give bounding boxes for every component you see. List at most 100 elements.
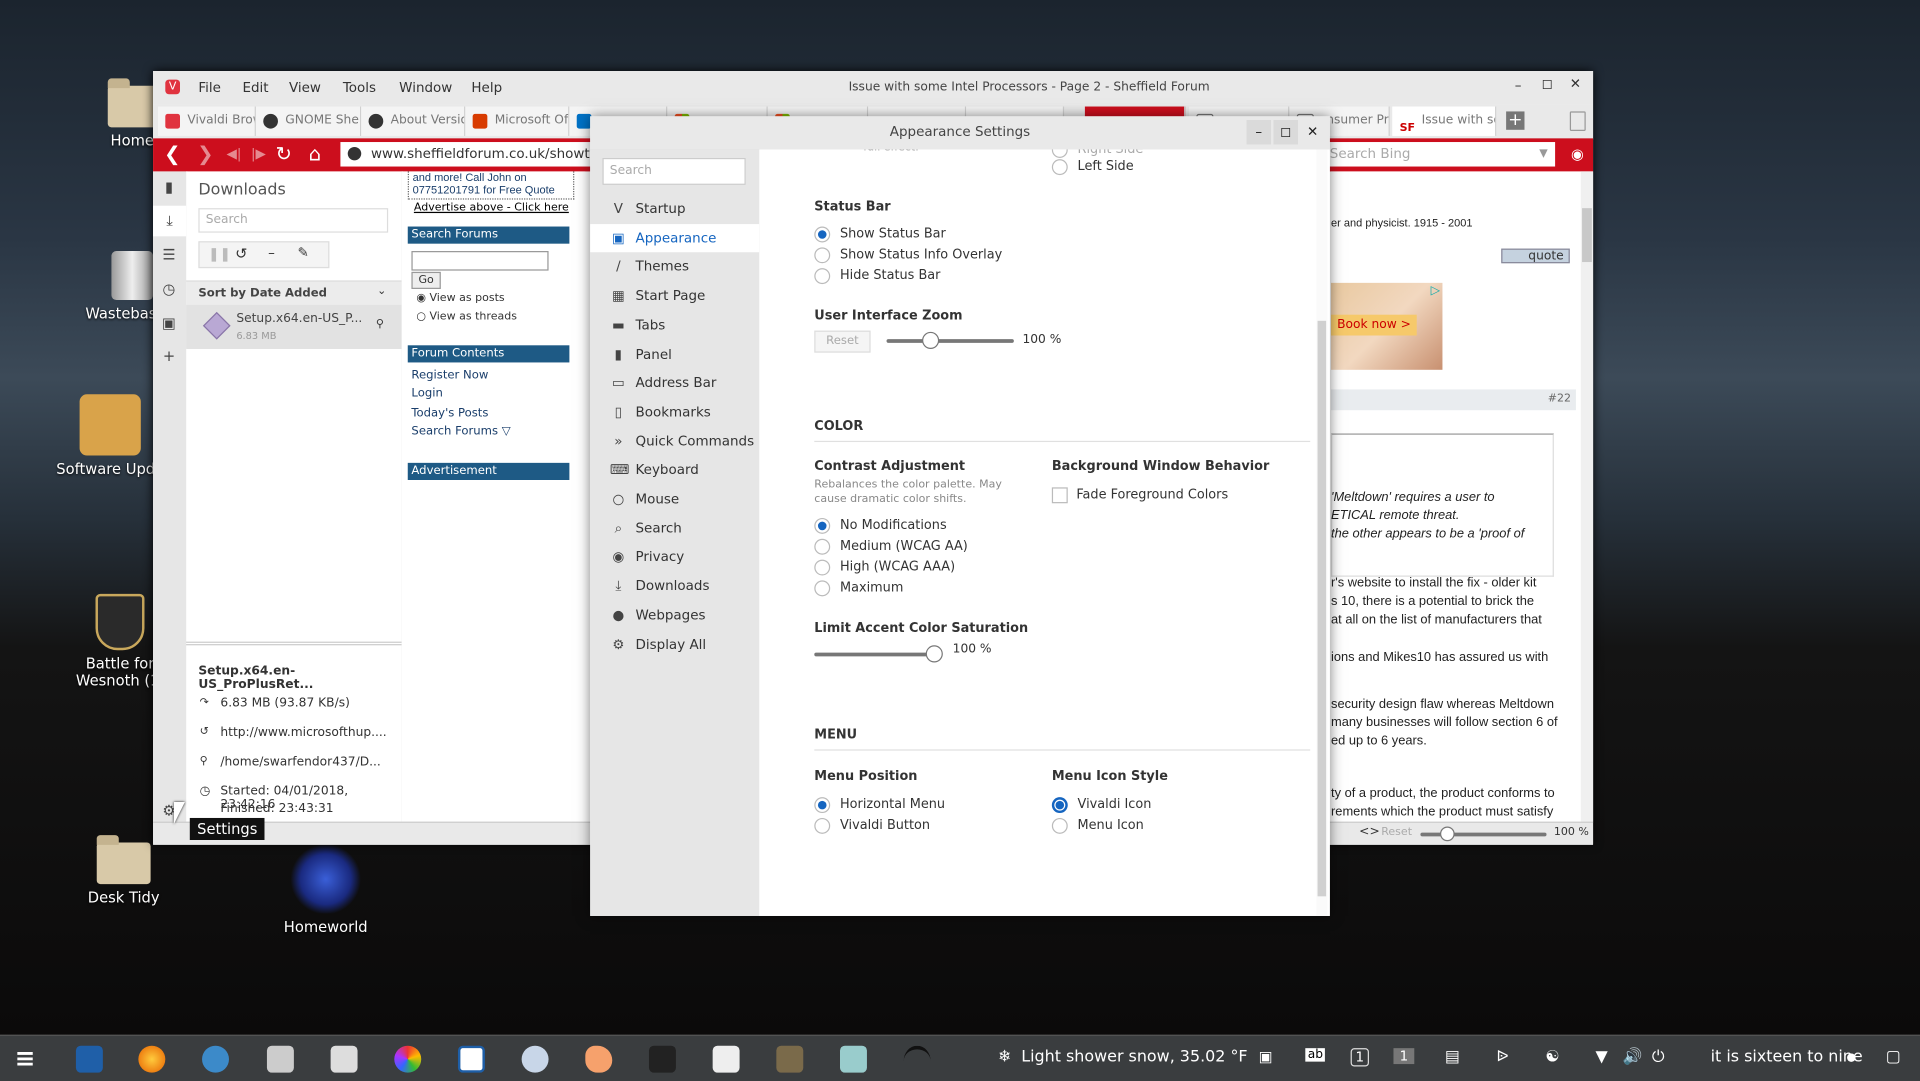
drawing-icon[interactable] [712,1045,740,1073]
bluetooth-icon[interactable]: ᐉ [1496,1048,1508,1066]
adchoices-icon[interactable]: ▷ [1431,284,1440,297]
pidgin-icon[interactable] [521,1045,549,1073]
desktop-icon-desk-tidy[interactable]: Desk Tidy [62,835,184,906]
no-modifications-radio[interactable]: No Modifications [814,517,947,534]
maximize-button[interactable]: ◻ [1542,76,1553,92]
slider-thumb[interactable] [1439,826,1455,842]
quote-button[interactable]: quote [1501,248,1570,264]
new-tab-button[interactable]: + [1506,111,1525,130]
tab-microsoft-office[interactable]: Microsoft Of [465,106,570,136]
settings-nav-display-all[interactable]: ⚙ Display All [590,630,759,658]
tab-gnome-shell[interactable]: GNOME Shel [255,106,362,136]
firefox-icon[interactable] [138,1045,166,1073]
search-field[interactable]: Search Bing ▼ [1322,142,1556,167]
page-actions-icon[interactable]: <> [1359,825,1380,838]
advertise-link[interactable]: Advertise above - Click here [414,202,569,214]
todays-posts-link[interactable]: Today's Posts [411,407,488,420]
home-button[interactable]: ⌂ [309,143,321,165]
display-icon[interactable]: ▤ [1445,1048,1460,1066]
inkscape-icon[interactable] [648,1045,676,1073]
reload-button[interactable]: ↻ [276,143,292,165]
menu-window[interactable]: Window [399,80,452,96]
resume-icon[interactable]: ↺ [235,245,247,262]
settings-nav-start-page[interactable]: ▦ Start Page [590,282,759,310]
close-button[interactable]: ✕ [1570,76,1581,92]
weather-text[interactable]: Light shower snow, 35.02 °F [1021,1048,1247,1066]
maximize-button[interactable]: ◻ [1273,120,1298,145]
scrollbar-thumb[interactable] [1317,320,1327,897]
vivaldi-logo-icon[interactable]: V [165,79,181,95]
download-icon[interactable]: ⤓ [153,205,187,237]
settings-nav-keyboard[interactable]: ⌨ Keyboard [590,456,759,484]
settings-nav-themes[interactable]: / Themes [590,253,759,281]
settings-nav-webpages[interactable]: ● Webpages [590,601,759,629]
settings-nav-appearance[interactable]: ▣ Appearance [590,223,760,252]
medium-wcag-aa-radio[interactable]: Medium (WCAG AA) [814,538,968,555]
menu-icon-radio[interactable]: Menu Icon [1051,817,1144,834]
detail-path[interactable]: /home/swarfendor437/D... [220,756,380,769]
view-as-threads-radio[interactable]: ○ View as threads [416,311,517,323]
settings-nav-startup[interactable]: V Startup [590,195,759,223]
settings-nav-mouse[interactable]: ○ Mouse [590,485,759,513]
rewind-button[interactable]: ◀| [227,143,242,165]
go-button[interactable]: Go [411,271,441,289]
detail-source-url[interactable]: http://www.microsofthup.... [220,726,386,739]
forward-button[interactable]: ❯ [197,143,213,165]
gimp-icon[interactable] [776,1045,804,1073]
file-cabinet-icon[interactable] [266,1045,294,1073]
login-link[interactable]: Login [411,387,442,400]
menu-help[interactable]: Help [471,80,502,96]
history-icon[interactable]: ◷ [160,280,177,297]
maximum-radio[interactable]: Maximum [814,580,903,597]
add-panel-icon[interactable]: + [160,348,177,365]
menu-view[interactable]: View [289,80,321,96]
power-icon[interactable]: ⏻ [1652,1048,1665,1066]
notes-icon[interactable]: ☰ [160,246,177,263]
camera-icon[interactable]: ▣ [1259,1048,1273,1065]
show-status-bar-radio[interactable]: Show Status Bar [814,226,946,243]
settings-nav-tabs[interactable]: ▬ Tabs [590,311,759,339]
page-scrollbar[interactable] [1580,171,1594,822]
accent-saturation-slider[interactable] [814,645,943,663]
menu-tools[interactable]: Tools [343,80,376,96]
tab-issue-with-some[interactable]: SF Issue with so [1392,106,1497,136]
back-button[interactable]: ❮ [164,143,180,165]
ui-zoom-slider[interactable] [886,331,1014,349]
tab-position-left-side-radio[interactable]: Left Side [1051,159,1134,176]
hide-status-bar-radio[interactable]: Hide Status Bar [814,268,940,285]
forum-search-input[interactable] [411,251,549,271]
settings-nav-search[interactable]: ⌕ Search [590,514,759,542]
horizontal-menu-radio[interactable]: Horizontal Menu [814,797,945,814]
image-viewer-icon[interactable] [840,1045,867,1073]
view-as-posts-radio[interactable]: ◉ View as posts [416,293,504,305]
menu-edit[interactable]: Edit [242,80,268,96]
search-engine-icon[interactable]: ◉ [1571,146,1584,163]
settings-nav-panel[interactable]: ▮ Panel [590,340,759,368]
minimize-button[interactable]: – [1515,77,1522,93]
vivaldi-button-radio[interactable]: Vivaldi Button [814,817,930,834]
post-number[interactable]: #22 [1548,393,1571,405]
fade-foreground-checkbox[interactable] [1051,487,1068,504]
vivaldi-icon-radio[interactable]: Vivaldi Icon [1051,797,1151,814]
settings-scrollbar[interactable] [1316,149,1328,916]
settings-nav-quick-commands[interactable]: » Quick Commands [590,427,759,455]
blender-like-icon[interactable] [202,1045,229,1073]
writer-icon[interactable] [457,1045,485,1073]
tab-position-right-side-radio[interactable]: Right Side [1051,149,1143,158]
settings-nav-bookmarks[interactable]: ▯ Bookmarks [590,398,759,426]
minimize-button[interactable]: – [1246,120,1272,145]
ad-image[interactable]: Book now > ▷ [1331,282,1443,370]
slider-thumb[interactable] [925,645,943,663]
search-icon[interactable]: ⚲ [376,318,384,330]
remove-icon[interactable]: – [268,245,275,261]
downloads-search-input[interactable]: Search [198,208,389,233]
close-button[interactable]: ✕ [1300,120,1324,144]
sort-dropdown[interactable]: Sort by Date Added ⌄ [186,280,402,307]
mixer-icon[interactable] [330,1045,358,1073]
page-zoom-slider[interactable] [1420,826,1547,842]
pause-icon[interactable]: ❚❚ [208,246,231,262]
app-orange-icon[interactable] [585,1045,613,1073]
workspace-1[interactable]: 1 [1350,1048,1369,1067]
show-status-info-overlay-radio[interactable]: Show Status Info Overlay [814,247,1002,264]
slider-thumb[interactable] [922,331,940,349]
